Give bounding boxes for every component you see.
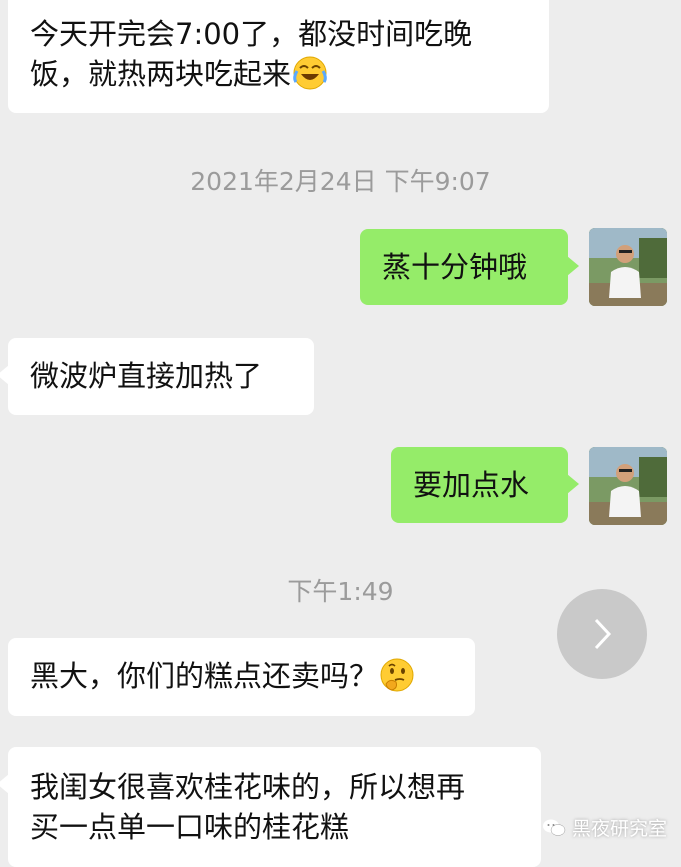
- message-text-line: 买一点单一口味的桂花糕: [30, 810, 350, 844]
- incoming-message-bubble[interactable]: 黑大，你们的糕点还卖吗？: [8, 638, 475, 716]
- watermark-text: 黑夜研究室: [571, 818, 667, 840]
- chevron-right-icon: [594, 618, 612, 650]
- message-text-line-with-emoji: 饭，就热两块吃起来: [30, 54, 527, 94]
- outgoing-message-bubble[interactable]: 要加点水: [391, 447, 579, 523]
- thinking-face-emoji-icon: [380, 658, 414, 692]
- avatar-photo-icon: [589, 228, 667, 306]
- laughing-crying-emoji-icon: [293, 56, 327, 90]
- avatar-photo-icon: [589, 447, 667, 525]
- user-avatar[interactable]: [589, 228, 667, 306]
- incoming-message-bubble[interactable]: 微波炉直接加热了: [0, 338, 314, 415]
- incoming-message-bubble[interactable]: 今天开完会7:00了，都没时间吃晚 饭，就热两块吃起来: [8, 0, 549, 113]
- wechat-official-account-icon: [542, 819, 566, 836]
- next-arrow-button[interactable]: [557, 589, 647, 679]
- watermark: 黑夜研究室: [542, 814, 667, 841]
- message-text: 微波炉直接加热了: [30, 359, 263, 393]
- message-text-line: 我闺女很喜欢桂花味的，所以想再: [30, 770, 466, 804]
- message-text: 饭，就热两块吃起来: [30, 57, 292, 91]
- incoming-message-bubble[interactable]: 我闺女很喜欢桂花味的，所以想再 买一点单一口味的桂花糕: [0, 747, 541, 867]
- message-text: 黑大，你们的糕点还卖吗？: [30, 659, 379, 693]
- outgoing-message-bubble[interactable]: 蒸十分钟哦: [360, 229, 579, 305]
- message-text: 蒸十分钟哦: [382, 250, 528, 284]
- message-text-line: 今天开完会7:00了，都没时间吃晚: [30, 17, 473, 51]
- timestamp: 2021年2月24日 下午9:07: [190, 167, 491, 196]
- message-text: 要加点水: [413, 468, 530, 502]
- user-avatar[interactable]: [589, 447, 667, 525]
